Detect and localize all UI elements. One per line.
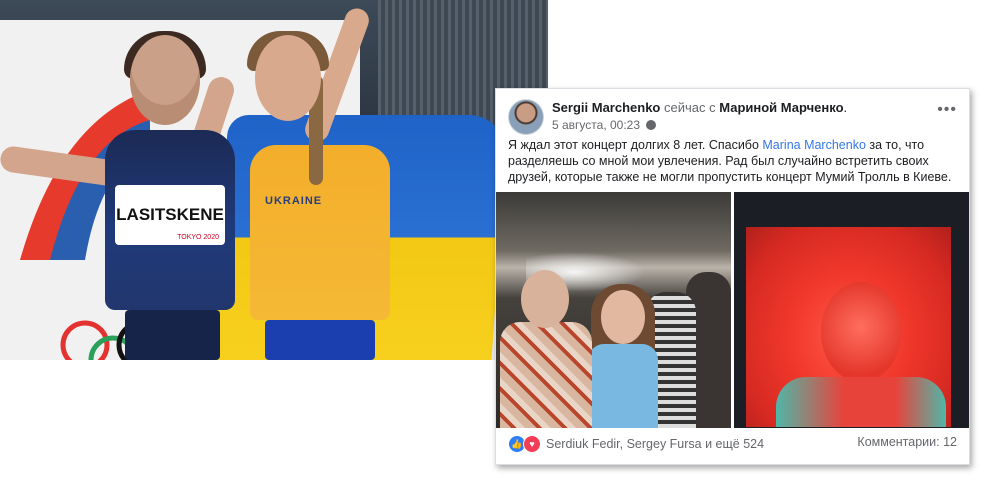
post-media [496, 192, 969, 428]
facebook-post: Sergii Marchenko сейчас с Мариной Марчен… [495, 88, 970, 465]
post-text-line-2: разделяешь со мной мои увлечения. Рад бы… [508, 154, 929, 168]
post-header: Sergii Marchenko сейчас с Мариной Марчен… [508, 99, 957, 135]
reaction-names[interactable]: Serdiuk Fedir, Sergey Fursa и ещё 524 [546, 437, 764, 451]
post-text-line-3: друзей, которые также не могли пропустит… [508, 170, 952, 184]
mention-link[interactable]: Marina Marchenko [762, 138, 866, 152]
athlete-right: UKRAINE [245, 5, 395, 360]
athlete-left: LASITSKENE TOKYO 2020 [0, 31, 238, 360]
shirt-text: UKRAINE [265, 195, 323, 207]
comments-count[interactable]: Комментарии: 12 [857, 435, 957, 449]
post-footer: 👍 ♥ Serdiuk Fedir, Sergey Fursa и ещё 52… [508, 435, 957, 455]
race-bib: LASITSKENE TOKYO 2020 [115, 185, 225, 245]
globe-icon [646, 120, 657, 130]
post-date-line: 5 августа, 00:23 [552, 118, 657, 132]
post-text: Я ждал этот концерт долгих 8 лет. Спасиб… [508, 137, 958, 185]
athletes-photo: LASITSKENE TOKYO 2020 UKRAINE [0, 0, 548, 360]
post-text-line-1: Я ждал этот концерт долгих 8 лет. Спасиб… [508, 138, 925, 152]
post-date[interactable]: 5 августа, 00:23 [552, 118, 640, 132]
bib-name: LASITSKENE [116, 205, 224, 224]
love-reaction-icon: ♥ [523, 435, 541, 453]
bib-event: TOKYO 2020 [177, 234, 219, 241]
concert-photo-1[interactable] [496, 192, 731, 428]
tagged-person[interactable]: Мариной Марченко [719, 100, 843, 115]
reactions-summary[interactable]: 👍 ♥ Serdiuk Fedir, Sergey Fursa и ещё 52… [508, 435, 764, 453]
author-line: Sergii Marchenko сейчас с Мариной Марчен… [552, 100, 848, 115]
author-name[interactable]: Sergii Marchenko [552, 100, 660, 115]
more-options-button[interactable]: ••• [937, 101, 957, 119]
author-avatar[interactable] [508, 99, 544, 135]
time-word: сейчас с [664, 100, 716, 115]
concert-photo-2[interactable] [734, 192, 969, 428]
